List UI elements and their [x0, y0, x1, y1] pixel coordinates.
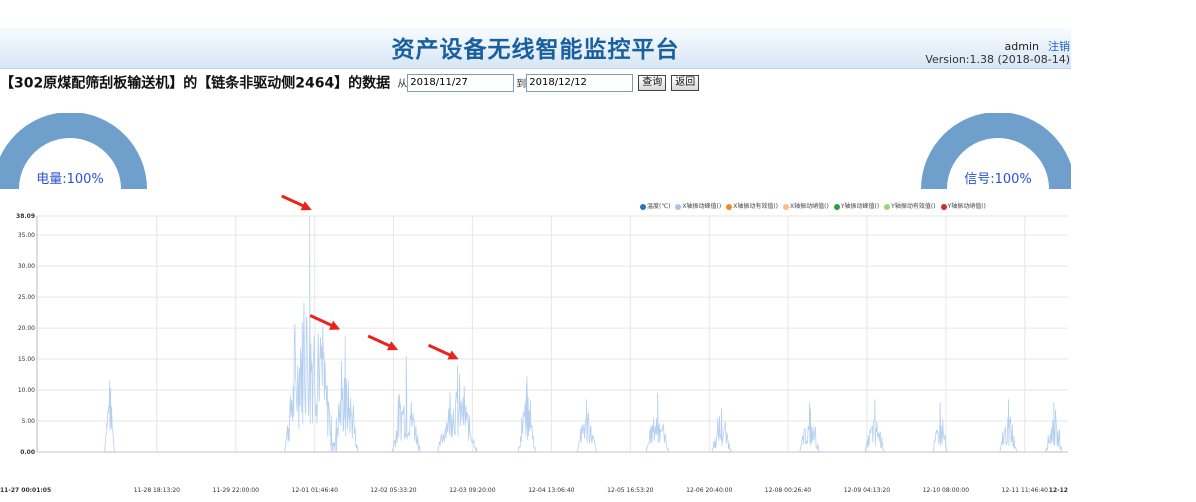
y-tick-label: 5.00 — [22, 418, 36, 425]
annotation-arrow-icon — [427, 343, 459, 360]
user-area: admin 注销 — [1005, 38, 1070, 54]
x-tick-label: 12-09 04:13:20 — [844, 487, 890, 494]
y-tick-label: 20.00 — [18, 325, 35, 332]
back-button[interactable]: 返回 — [671, 74, 700, 91]
to-date-input[interactable] — [526, 73, 634, 92]
y-tick-label: 10.00 — [18, 387, 35, 394]
x-tick-label: 11-28 18:13:20 — [134, 487, 180, 494]
signal-label: 信号:100% — [964, 172, 1032, 187]
page-heading: 【302原煤配筛刮板输送机】的【链条非驱动侧2464】的数据 — [0, 75, 391, 92]
y-tick-label: 15.00 — [18, 356, 35, 363]
page-edge — [1071, 0, 1196, 502]
y-tick-label: 0.00 — [20, 449, 35, 456]
x-tick-label: 12-02 05:33:20 — [370, 487, 416, 494]
series-line — [37, 215, 1068, 453]
x-tick-label: 12-08 00:26:40 — [765, 487, 811, 494]
x-tick-label: 12-03 09:20:00 — [449, 487, 495, 494]
signal-gauge: 信号:100% — [918, 113, 1078, 189]
annotation-arrow-icon — [281, 194, 312, 211]
query-bar: 【302原煤配筛刮板输送机】的【链条非驱动侧2464】的数据 从 到 查询返回 — [0, 72, 700, 92]
x-tick-label: 12-06 20:40:00 — [686, 487, 732, 494]
battery-gauge: 电量:100% — [0, 113, 150, 189]
battery-label: 电量:100% — [36, 172, 104, 187]
x-tick-label: 12-11 11:46:40 — [1002, 487, 1048, 494]
from-label: 从 — [397, 79, 408, 90]
to-label: 到 — [516, 79, 527, 90]
x-tick-label: 12-10 08:00:00 — [923, 487, 969, 494]
from-date-input[interactable] — [407, 73, 515, 92]
x-tick-label: 12-05 16:53:20 — [607, 487, 653, 494]
y-tick-label: 30.00 — [18, 263, 35, 270]
y-tick-label: 35.00 — [18, 232, 35, 239]
x-tick-label: 12-12 — [1049, 487, 1068, 494]
y-tick-label: 25.00 — [18, 294, 35, 301]
search-button[interactable]: 查询 — [638, 74, 667, 91]
sensor-line-chart: 0.00 5.00 10.00 15.00 20.00 25.00 30.00 35.00 38… — [0, 194, 1068, 494]
x-tick-label: 12-04 13:06:40 — [528, 487, 574, 494]
x-tick-label: 11-29 22:00:00 — [213, 487, 259, 494]
logout-link[interactable]: 注销 — [1048, 40, 1070, 53]
version-label: Version:1.38 (2018-08-14) — [925, 53, 1070, 66]
x-tick-label: 11-27 00:01:05 — [0, 487, 51, 494]
x-tick-label: 12-01 01:46:40 — [292, 487, 338, 494]
user-name: admin — [1004, 40, 1039, 53]
y-tick-label: 38.09 — [16, 213, 35, 220]
app-title: 资产设备无线智能监控平台 — [391, 37, 680, 63]
